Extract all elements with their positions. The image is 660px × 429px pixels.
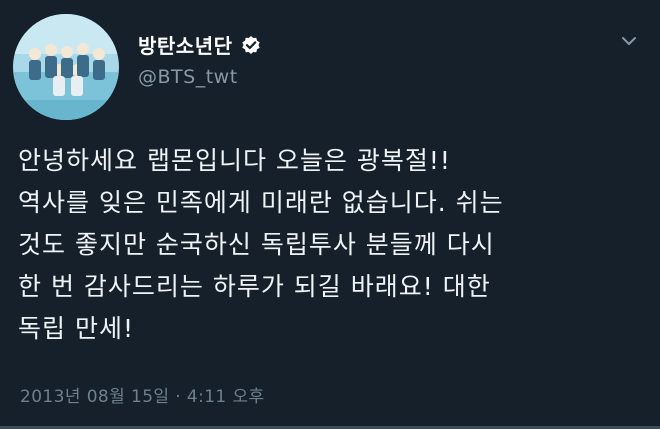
author-row: 방탄소년단: [138, 30, 261, 59]
chevron-down-icon[interactable]: [618, 30, 640, 52]
tweet-text-line: 한 번 감사드리는 하루가 되길 바래요! 대한: [18, 272, 491, 301]
tweet-text-line: 것도 좋지만 순국하신 독립투사 분들께 다시: [18, 230, 495, 259]
tweet-text-line: 안녕하세요 랩몬입니다 오늘은 광복절!!: [18, 146, 451, 175]
tweet-card: 방탄소년단 @BTS_twt 안녕하세요 랩몬입니다 오늘은 광복절!! 역사를…: [0, 0, 660, 429]
tweet-text-line: 역사를 잊은 민족에게 미래란 없습니다. 쉬는: [18, 188, 504, 217]
tweet-text-line: 독립 만세!: [18, 314, 134, 343]
tweet-text: 안녕하세요 랩몬입니다 오늘은 광복절!! 역사를 잊은 민족에게 미래란 없습…: [18, 140, 648, 350]
display-name[interactable]: 방탄소년단: [138, 30, 233, 59]
avatar[interactable]: [13, 14, 119, 120]
user-handle[interactable]: @BTS_twt: [138, 66, 238, 88]
tweet-timestamp[interactable]: 2013년 08월 15일 · 4:11 오후: [20, 382, 265, 407]
verified-badge-icon: [241, 35, 261, 55]
avatar-image: [13, 14, 119, 120]
